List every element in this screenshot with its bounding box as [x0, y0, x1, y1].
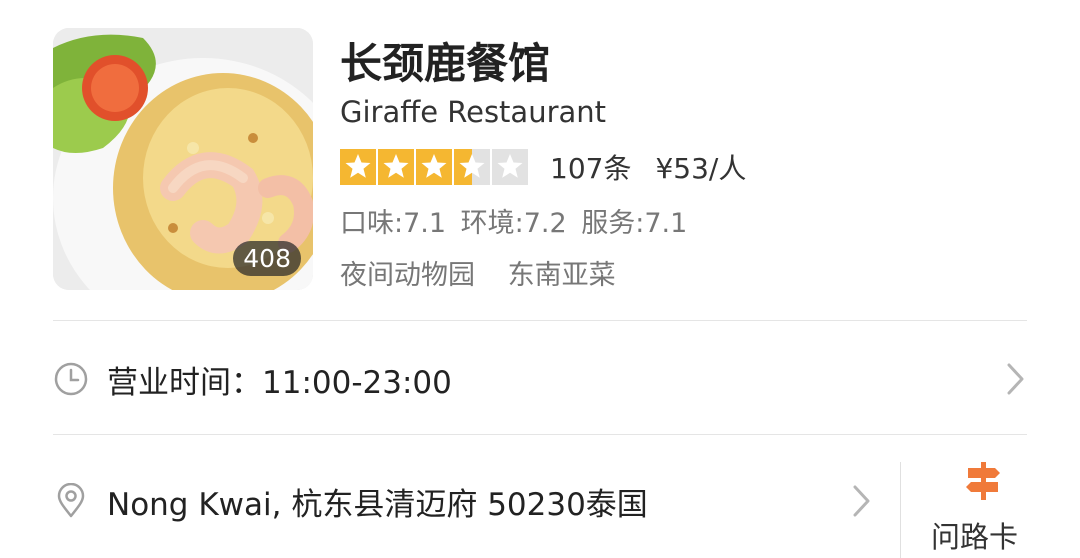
star-icon — [416, 149, 452, 185]
star-icon — [454, 149, 490, 185]
review-count[interactable]: 107条 — [550, 147, 631, 187]
sub-scores: 口味:7.1 环境:7.2 服务:7.1 — [340, 201, 693, 240]
tag-list: 夜间动物园 东南亚菜 — [340, 253, 640, 292]
service-score: 服务:7.1 — [581, 208, 688, 239]
star-icon — [340, 149, 376, 185]
location-pin-icon — [57, 483, 85, 518]
tag-area[interactable]: 夜间动物园 — [340, 260, 475, 291]
photo-count-badge: 408 — [233, 240, 301, 276]
environment-score: 环境:7.2 — [460, 208, 567, 239]
clock-icon — [54, 362, 88, 396]
divider — [53, 434, 1027, 435]
restaurant-photo[interactable]: 408 — [53, 28, 313, 290]
divider — [53, 320, 1027, 321]
tag-cuisine[interactable]: 东南亚菜 — [508, 260, 616, 291]
hours-row[interactable]: 营业时间：11:00-23:00 — [53, 356, 1027, 402]
restaurant-name-cn: 长颈鹿餐馆 — [340, 39, 551, 88]
signpost-icon — [966, 462, 1000, 500]
chevron-right-icon[interactable] — [1006, 362, 1026, 396]
route-card-button[interactable]: 问路卡 — [900, 462, 1060, 558]
star-icon — [378, 149, 414, 185]
price-per-person: ¥53/人 — [655, 152, 747, 185]
route-card-label: 问路卡 — [931, 520, 1019, 554]
address-text: Nong Kwai, 杭东县清迈府 50230泰国 — [107, 486, 648, 523]
star-rating — [340, 149, 528, 185]
chevron-right-icon[interactable] — [852, 484, 872, 518]
star-icon — [492, 149, 528, 185]
hours-text: 营业时间：11:00-23:00 — [107, 364, 452, 401]
rating-row: 107条 ¥53/人 — [340, 148, 746, 186]
taste-score: 口味:7.1 — [340, 208, 447, 239]
address-row[interactable]: Nong Kwai, 杭东县清迈府 50230泰国 — [53, 478, 850, 524]
restaurant-name-en: Giraffe Restaurant — [340, 95, 607, 129]
